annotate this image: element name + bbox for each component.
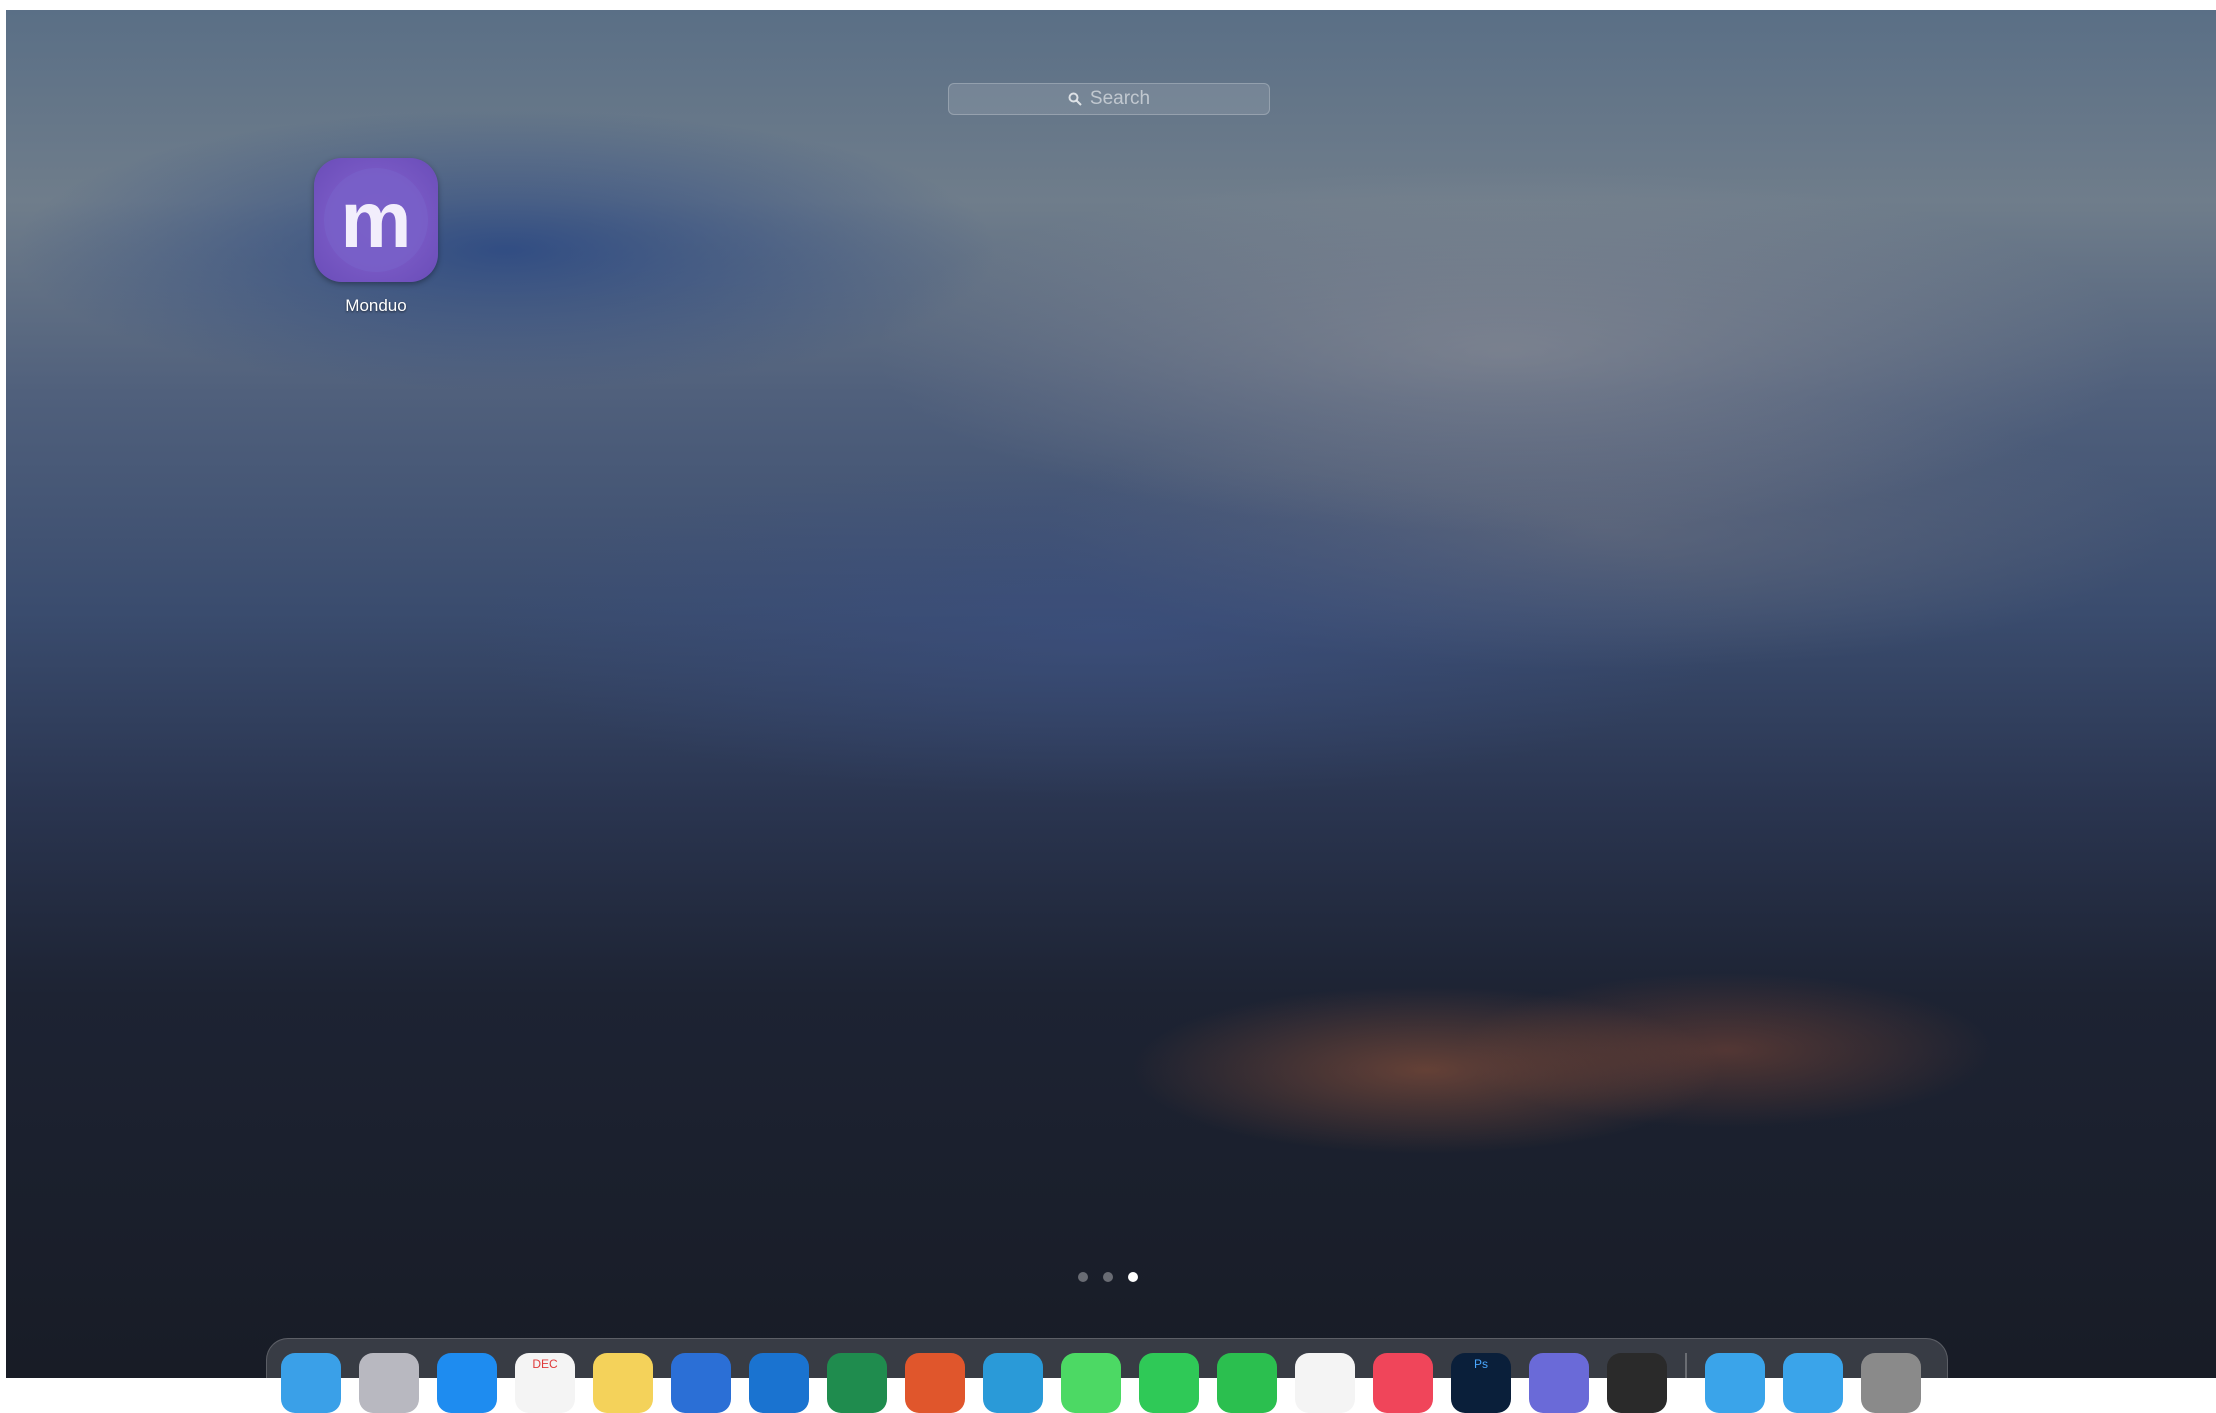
dock-music-icon[interactable]: [1373, 1353, 1433, 1413]
search-icon: [1068, 92, 1082, 106]
dock-finder-icon[interactable]: [281, 1353, 341, 1413]
dock-notes-icon[interactable]: [593, 1353, 653, 1413]
app-label: Monduo: [345, 296, 407, 315]
dock-edge-icon[interactable]: [983, 1353, 1043, 1413]
launchpad-screen: Search m Monduo: [6, 10, 2216, 1378]
dock-trash-icon[interactable]: [1861, 1353, 1921, 1413]
page-dot-3[interactable]: [1128, 1272, 1138, 1282]
dock-excel-icon[interactable]: [827, 1353, 887, 1413]
dock-app-store-icon[interactable]: [437, 1353, 497, 1413]
dock-calendar-icon[interactable]: DEC: [515, 1353, 575, 1413]
dock-messages-icon[interactable]: [1061, 1353, 1121, 1413]
dock-discord-icon[interactable]: [1529, 1353, 1589, 1413]
monduo-app-icon[interactable]: m: [314, 158, 438, 282]
dock-wechat-icon[interactable]: [1217, 1353, 1277, 1413]
page-dot-1[interactable]: [1078, 1272, 1088, 1282]
app-monduo[interactable]: m Monduo: [306, 158, 446, 316]
dock-photoshop-label: Ps: [1473, 1357, 1488, 1371]
dock-powerpoint-icon[interactable]: [905, 1353, 965, 1413]
dock-documents-folder-icon[interactable]: [1783, 1353, 1843, 1413]
dock-photoshop-icon[interactable]: Ps: [1451, 1353, 1511, 1413]
page-indicator: [1078, 1272, 1138, 1282]
dock-calendar-label: DEC: [532, 1357, 558, 1371]
dock-downloads-folder-icon[interactable]: [1705, 1353, 1765, 1413]
dock-photos-icon[interactable]: [1295, 1353, 1355, 1413]
page-dot-2[interactable]: [1103, 1272, 1113, 1282]
monduo-logo: m: [324, 168, 428, 272]
dock-launchpad-icon[interactable]: [359, 1353, 419, 1413]
search-field[interactable]: Search: [948, 83, 1270, 115]
dock-outlook-icon[interactable]: [749, 1353, 809, 1413]
dock-separator: [1685, 1353, 1687, 1403]
dock-whatsapp-icon[interactable]: [1139, 1353, 1199, 1413]
dock: DEC Ps: [266, 1338, 1948, 1413]
search-placeholder: Search: [1089, 88, 1151, 109]
dock-word-icon[interactable]: [671, 1353, 731, 1413]
dock-chatgpt-icon[interactable]: [1607, 1353, 1667, 1413]
